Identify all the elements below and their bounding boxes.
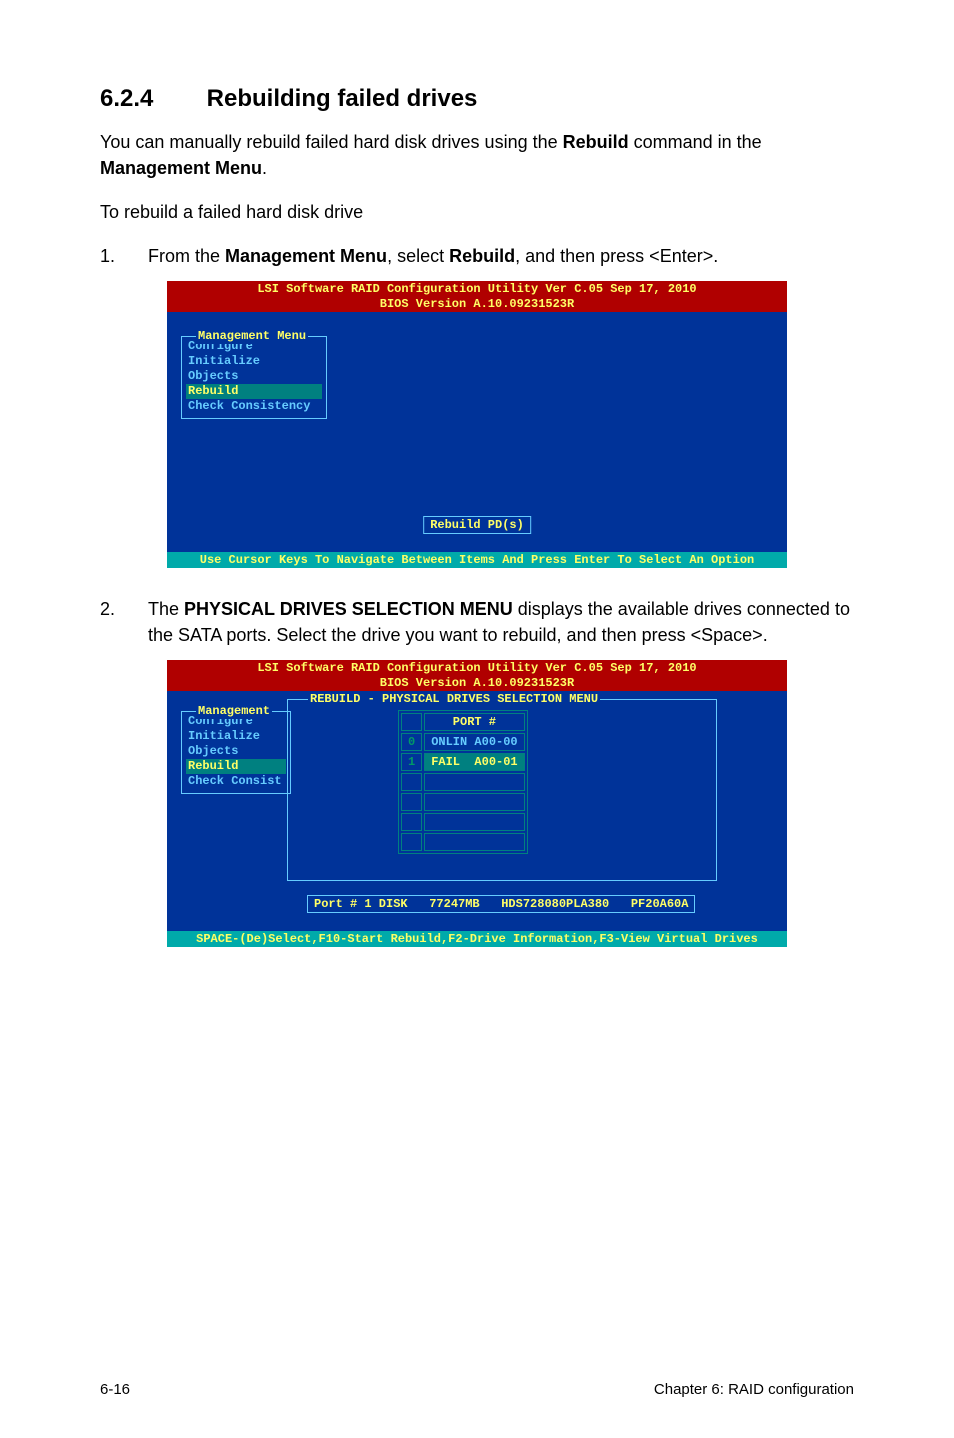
intro-suffix: . [262,158,267,178]
port-blank-5-idx [401,833,422,851]
management-menu-title-1: Management Menu [196,329,308,344]
step-1-number: 1. [100,243,148,269]
rebuild-selection-panel: REBUILD - PHYSICAL DRIVES SELECTION MENU… [287,699,717,881]
menu-item-rebuild[interactable]: Rebuild [186,384,322,399]
menu2-item-rebuild[interactable]: Rebuild [186,759,286,774]
bios-footer-2: SPACE-(De)Select,F10-Start Rebuild,F2-Dr… [167,931,787,947]
bios-body-1: Management Menu Configure Initialize Obj… [167,312,787,552]
intro-prefix: You can manually rebuild failed hard dis… [100,132,563,152]
menu-item-initialize[interactable]: Initialize [186,354,322,369]
section-title: Rebuilding failed drives [207,85,478,112]
step2-prefix: The [148,599,184,619]
bios-titlebar-1: LSI Software RAID Configuration Utility … [167,281,787,312]
intro-bold-rebuild: Rebuild [563,132,629,152]
port-header-label: PORT # [424,713,524,731]
bios-screenshot-1: LSI Software RAID Configuration Utility … [100,281,854,568]
port-0-label[interactable]: ONLIN A00-00 [424,733,524,751]
port-blank-3-idx [401,793,422,811]
step1-prefix: From the [148,246,225,266]
page-number: 6-16 [100,1381,130,1398]
menu-item-objects[interactable]: Objects [186,369,322,384]
drive-info-box: Port # 1 DISK 77247MB HDS728080PLA380 PF… [307,895,695,913]
bios-title-line1: LSI Software RAID Configuration Utility … [167,282,787,296]
step2-bold-physmenu: PHYSICAL DRIVES SELECTION MENU [184,599,513,619]
page-footer: 6-16 Chapter 6: RAID configuration [100,1380,854,1398]
rebuild-panel-title: REBUILD - PHYSICAL DRIVES SELECTION MENU [308,692,600,706]
port-blank-4 [424,813,524,831]
menu2-item-objects[interactable]: Objects [186,744,286,759]
step-2-text: The PHYSICAL DRIVES SELECTION MENU displ… [148,596,854,648]
bios2-title-line2: BIOS Version A.10.09231523R [167,676,787,690]
step1-bold-rebuild: Rebuild [449,246,515,266]
section-heading: 6.2.4 Rebuilding failed drives [100,85,854,113]
bios-screenshot-2: LSI Software RAID Configuration Utility … [100,660,854,947]
port-table: PORT # 0 ONLIN A00-00 1 FAIL A00-01 [398,710,528,854]
port-1-label[interactable]: FAIL A00-01 [424,753,524,771]
menu-item-check-consistency[interactable]: Check Consistency [186,399,322,414]
port-header-idx [401,713,422,731]
step-1-text: From the Management Menu, select Rebuild… [148,243,854,269]
management-menu-1: Management Menu Configure Initialize Obj… [181,336,327,419]
bios-window-2: LSI Software RAID Configuration Utility … [167,660,787,947]
bios-body-2: Management Configure Initialize Objects … [167,691,787,931]
step-2-number: 2. [100,596,148,648]
port-blank-3 [424,793,524,811]
port-blank-5 [424,833,524,851]
bios-window-1: LSI Software RAID Configuration Utility … [167,281,787,568]
menu2-item-initialize[interactable]: Initialize [186,729,286,744]
port-blank-4-idx [401,813,422,831]
step-1: 1. From the Management Menu, select Rebu… [100,243,854,269]
port-blank-2 [424,773,524,791]
step-2: 2. The PHYSICAL DRIVES SELECTION MENU di… [100,596,854,648]
intro-mid: command in the [629,132,762,152]
port-1-idx: 1 [401,753,422,771]
management-menu-2: Management Configure Initialize Objects … [181,711,291,794]
section-number: 6.2.4 [100,85,200,113]
chapter-label: Chapter 6: RAID configuration [654,1381,854,1398]
port-0-idx: 0 [401,733,422,751]
bios2-title-line1: LSI Software RAID Configuration Utility … [167,661,787,675]
status-box-rebuild-pd: Rebuild PD(s) [423,516,531,534]
subintro-paragraph: To rebuild a failed hard disk drive [100,199,854,225]
step1-mid: , select [387,246,449,266]
menu2-item-check-consist[interactable]: Check Consist [186,774,286,789]
bios-titlebar-2: LSI Software RAID Configuration Utility … [167,660,787,691]
intro-bold-mgmtmenu: Management Menu [100,158,262,178]
management-menu-title-2: Management [196,704,272,719]
intro-paragraph: You can manually rebuild failed hard dis… [100,129,854,181]
port-blank-2-idx [401,773,422,791]
step1-suffix: , and then press <Enter>. [515,246,718,266]
step1-bold-mgmtmenu: Management Menu [225,246,387,266]
bios-footer-1: Use Cursor Keys To Navigate Between Item… [167,552,787,568]
bios-title-line2: BIOS Version A.10.09231523R [167,297,787,311]
